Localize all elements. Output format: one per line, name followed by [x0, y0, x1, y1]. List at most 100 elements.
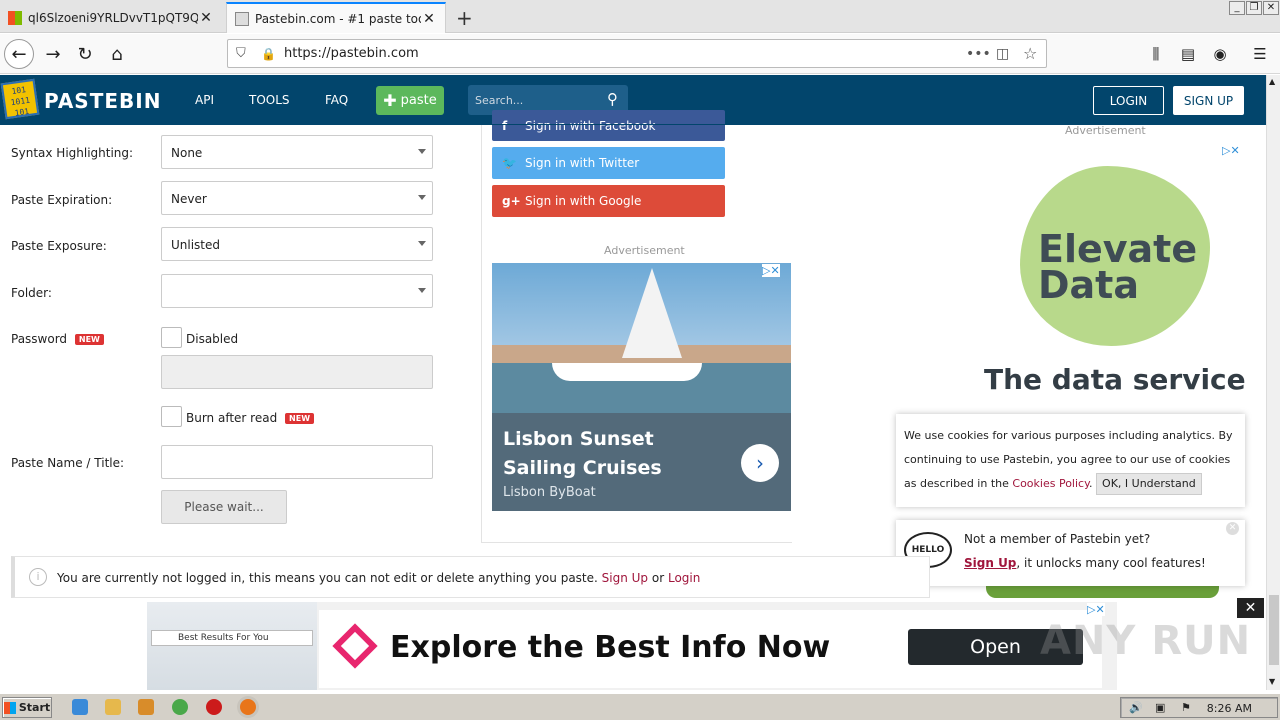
scroll-thumb[interactable]: [1269, 595, 1279, 665]
opera-icon[interactable]: [206, 699, 222, 715]
menu-icon[interactable]: ☰: [1245, 39, 1275, 69]
cookie-ok-button[interactable]: OK, I Understand: [1096, 473, 1202, 495]
start-label: Start: [18, 701, 51, 714]
member-line1: Not a member of Pastebin yet?: [964, 532, 1151, 546]
signup-button[interactable]: SIGN UP: [1173, 86, 1244, 115]
paste-name-input[interactable]: [161, 445, 433, 479]
column-divider-bottom: [481, 542, 792, 543]
nav-faq[interactable]: FAQ: [325, 93, 348, 107]
firefox-icon[interactable]: [240, 699, 256, 715]
google-login-button[interactable]: g+ Sign in with Google: [492, 185, 725, 217]
expiration-label: Paste Expiration:: [11, 193, 113, 207]
close-tab-icon[interactable]: ✕: [421, 11, 437, 27]
member-signup-link[interactable]: Sign Up: [964, 556, 1016, 570]
brand-name[interactable]: PASTEBIN: [44, 89, 161, 113]
close-window-icon[interactable]: ✕: [1263, 1, 1279, 15]
chrome-icon[interactable]: [172, 699, 188, 715]
browser-tab[interactable]: ql6Slzoeni9YRLDvvT1pQT9QFbhpI ✕: [0, 2, 222, 33]
cookies-policy-link[interactable]: Cookies Policy: [1012, 477, 1089, 490]
sailboat-sail: [622, 268, 682, 358]
password-label-row: Password NEW: [11, 332, 104, 346]
new-paste-button[interactable]: ✚ paste: [376, 86, 444, 115]
pastebin-logo[interactable]: 101 1011 101: [0, 78, 40, 120]
more-options-icon[interactable]: •••: [966, 46, 991, 62]
password-input[interactable]: [161, 355, 433, 389]
syntax-label: Syntax Highlighting:: [11, 146, 134, 160]
syntax-value: None: [171, 146, 203, 160]
scroll-up-icon[interactable]: ▲: [1269, 77, 1275, 86]
back-arrow-icon[interactable]: ←: [4, 39, 34, 69]
chevron-down-icon: [418, 288, 426, 293]
new-tab-icon[interactable]: +: [456, 6, 473, 30]
browser-tab-active[interactable]: Pastebin.com - #1 paste tool since ✕: [226, 2, 446, 33]
speaker-icon[interactable]: 🔊: [1129, 701, 1143, 714]
syntax-select[interactable]: None: [161, 135, 433, 169]
adchoices-icon[interactable]: ▷✕: [1087, 603, 1105, 616]
windows-logo-icon: [8, 10, 22, 25]
create-paste-button[interactable]: Please wait...: [161, 490, 287, 524]
bookmark-star-icon[interactable]: ☆: [1023, 44, 1037, 63]
scroll-down-icon[interactable]: ▼: [1269, 677, 1275, 686]
notice-signup-link[interactable]: Sign Up: [602, 571, 648, 585]
folder-select[interactable]: [161, 274, 433, 308]
nav-api[interactable]: API: [195, 93, 214, 107]
close-ad-icon[interactable]: ✕: [1237, 598, 1264, 618]
burn-checkbox[interactable]: [161, 406, 182, 427]
ad-green-button[interactable]: [986, 585, 1219, 598]
exposure-value: Unlisted: [171, 238, 221, 252]
search-icon[interactable]: ⚲: [607, 90, 618, 108]
twitter-icon: 🐦: [502, 156, 517, 170]
start-button[interactable]: Start: [2, 697, 52, 718]
pastebin-favicon-icon: [235, 11, 249, 26]
new-badge: NEW: [74, 334, 104, 345]
ad-title: Lisbon Sunset Sailing Cruises: [503, 428, 662, 479]
account-icon[interactable]: ◉: [1205, 39, 1235, 69]
system-tray: 🔊 ▣ ⚑ 8:26 AM: [1120, 697, 1278, 718]
ad-panel: Lisbon Sunset Sailing Cruises Lisbon ByB…: [492, 413, 791, 511]
browser-tab-bar: ql6Slzoeni9YRLDvvT1pQT9QFbhpI ✕ Pastebin…: [0, 0, 1280, 33]
facebook-login-button[interactable]: f Sign in with Facebook: [492, 110, 725, 141]
page-scrollbar[interactable]: ▲ ▼: [1266, 75, 1280, 690]
restore-icon[interactable]: ❐: [1246, 1, 1262, 15]
notice-login-link[interactable]: Login: [668, 571, 700, 585]
bottom-banner-ad[interactable]: Best Results For You Explore the Best In…: [147, 602, 1117, 690]
library-icon[interactable]: ⫼: [1141, 39, 1171, 69]
folder-label: Folder:: [11, 286, 52, 300]
facebook-label: Sign in with Facebook: [525, 118, 656, 133]
close-icon[interactable]: ✕: [1226, 522, 1239, 535]
media-player-icon[interactable]: [138, 699, 154, 715]
adchoices-icon[interactable]: ▷✕: [762, 264, 780, 277]
nav-tools[interactable]: TOOLS: [249, 93, 290, 107]
minimize-icon[interactable]: _: [1229, 1, 1245, 15]
ie-icon[interactable]: [72, 699, 88, 715]
windows-logo-icon: [3, 701, 16, 714]
login-button[interactable]: LOGIN: [1093, 86, 1164, 115]
plus-icon: ✚: [383, 91, 397, 110]
twitter-login-button[interactable]: 🐦 Sign in with Twitter: [492, 147, 725, 179]
forward-arrow-icon[interactable]: →: [38, 39, 68, 69]
google-plus-icon: g+: [502, 194, 521, 208]
pocket-icon[interactable]: ◫: [996, 46, 1009, 62]
explorer-icon[interactable]: [105, 699, 121, 715]
home-icon[interactable]: ⌂: [102, 39, 132, 69]
facebook-icon: f: [502, 118, 508, 133]
chevron-right-icon[interactable]: ›: [741, 444, 779, 482]
member-line2-text: , it unlocks many cool features!: [1016, 556, 1206, 570]
url-text: https://pastebin.com: [284, 46, 419, 61]
column-divider: [481, 124, 482, 542]
expiration-select[interactable]: Never: [161, 181, 433, 215]
exposure-select[interactable]: Unlisted: [161, 227, 433, 261]
reload-icon[interactable]: ↻: [70, 39, 100, 69]
password-label: Password: [11, 332, 68, 346]
chevron-down-icon: [418, 195, 426, 200]
close-tab-icon[interactable]: ✕: [198, 10, 214, 26]
flag-icon[interactable]: ⚑: [1181, 701, 1191, 714]
clock: 8:26 AM: [1206, 702, 1252, 715]
network-icon[interactable]: ▣: [1155, 701, 1165, 714]
url-bar[interactable]: ⛉ 🔒 https://pastebin.com ••• ◫ ☆: [227, 39, 1047, 68]
sailing-ad[interactable]: Lisbon Sunset Sailing Cruises Lisbon ByB…: [492, 263, 791, 511]
bottom-ad-title: Explore the Best Info Now: [390, 630, 831, 665]
sidebar-icon[interactable]: ▤: [1173, 39, 1203, 69]
lock-icon: 🔒: [261, 46, 276, 61]
password-checkbox[interactable]: [161, 327, 182, 348]
